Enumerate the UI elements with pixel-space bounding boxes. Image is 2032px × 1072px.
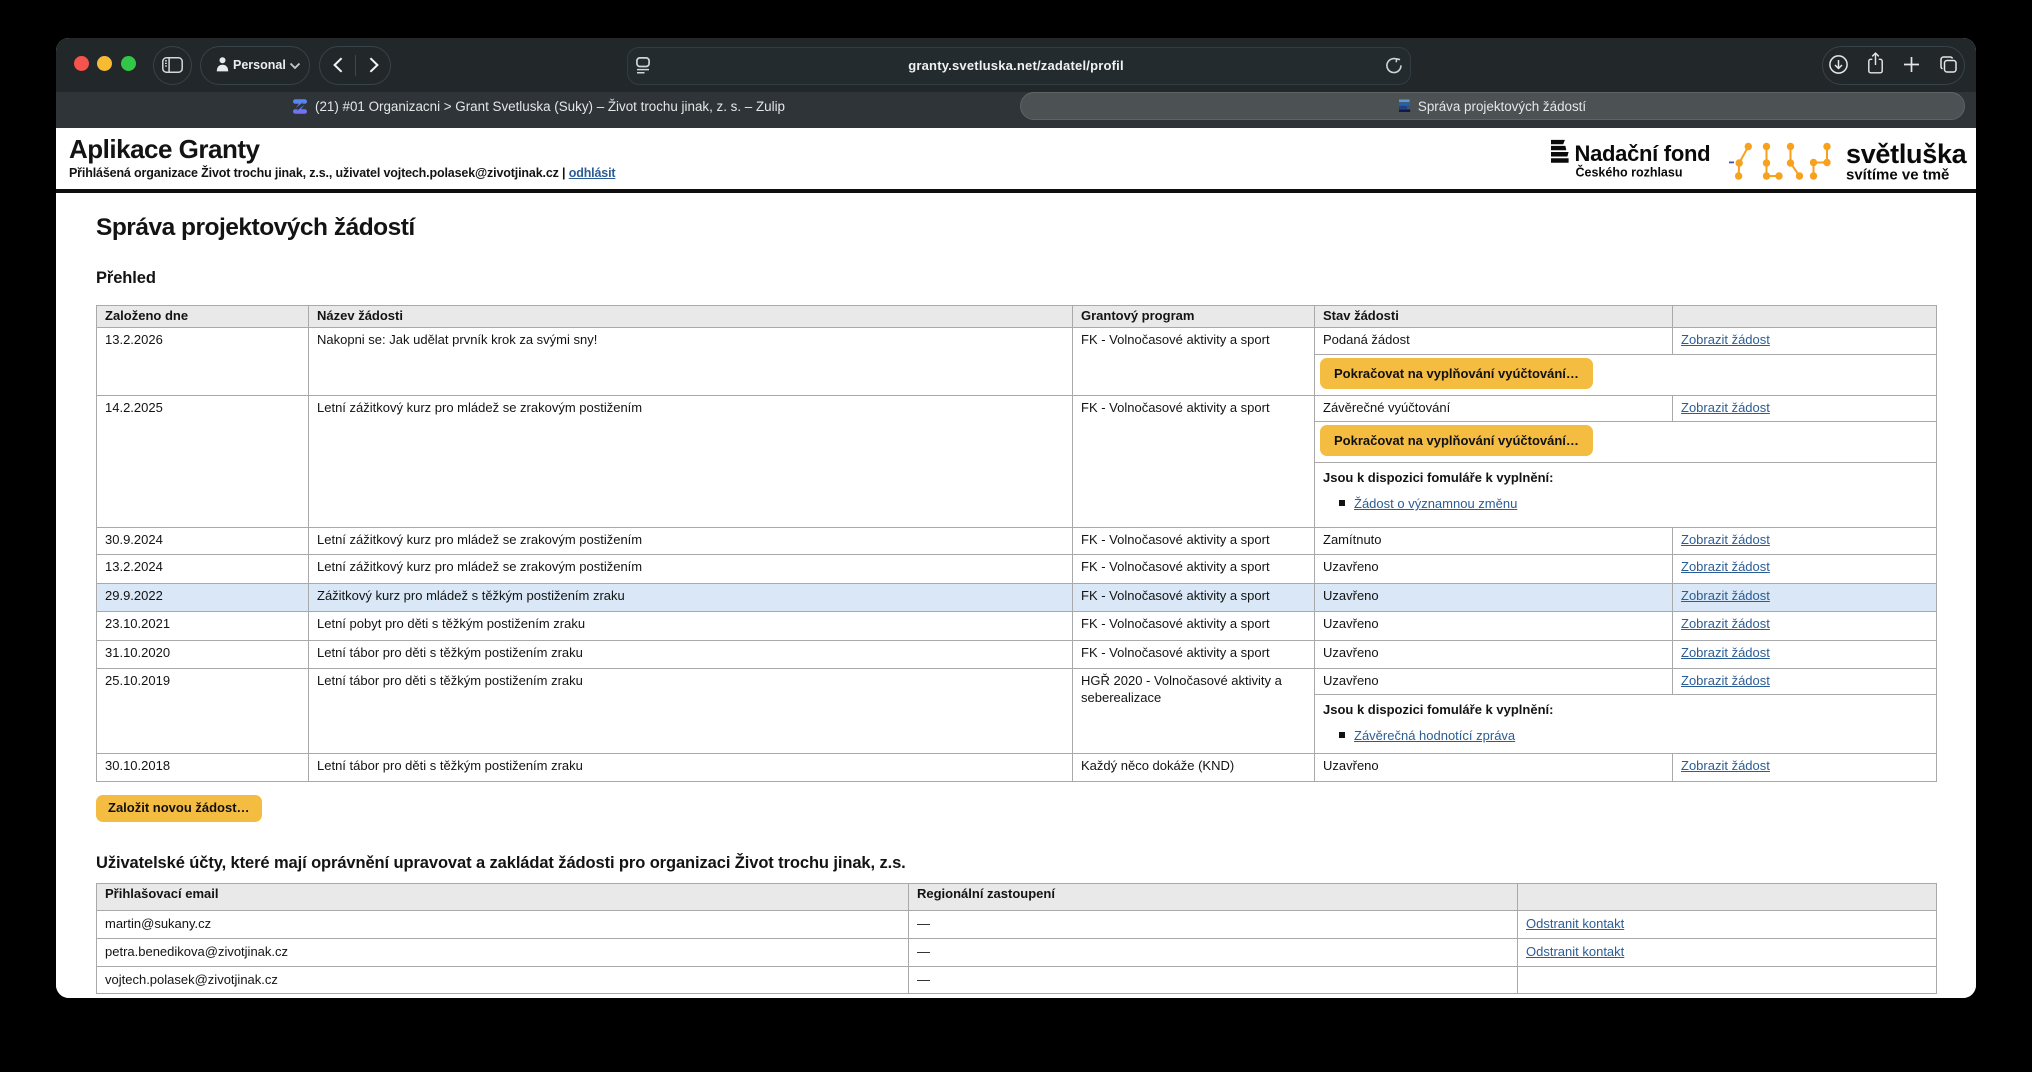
- svg-text:Nadační fond: Nadační fond: [1575, 141, 1711, 166]
- svg-text:svítíme ve tmě: svítíme ve tmě: [1846, 167, 1949, 184]
- svg-text:světluška: světluška: [1846, 139, 1968, 169]
- svg-text:Českého rozhlasu: Českého rozhlasu: [1576, 165, 1683, 180]
